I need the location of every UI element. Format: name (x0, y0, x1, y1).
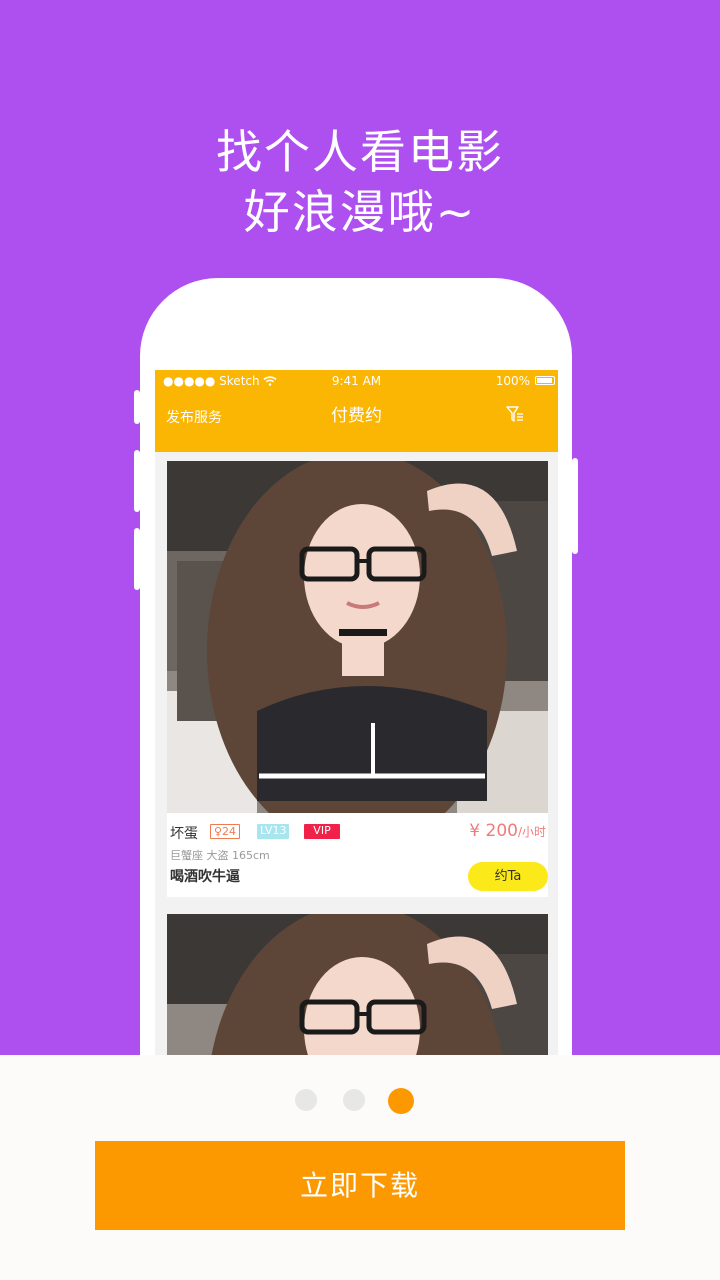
battery-icon (535, 376, 555, 385)
level-badge: LV13 (257, 824, 290, 839)
app-nav-bar: ●●●●● Sketch 9:41 AM 100% 发布服务 付费约 (155, 370, 558, 452)
age-badge: ♀24 (210, 824, 241, 839)
price-unit: /小时 (517, 825, 546, 839)
page-dot[interactable] (295, 1089, 317, 1111)
page-title: 付费约 (331, 406, 382, 426)
battery-percent: 100% (495, 374, 530, 388)
hero-background: 找个人看电影 好浪漫哦~ ●●●●● Sketch 9:41 AM 100% 发… (0, 0, 720, 1055)
status-bar: ●●●●● Sketch 9:41 AM 100% (155, 370, 558, 392)
page-indicator (0, 1088, 720, 1114)
price: ¥ 200/小时 (469, 821, 546, 841)
vip-badge: VIP (304, 824, 340, 839)
page-dot-active[interactable] (388, 1088, 414, 1114)
page-dot[interactable] (343, 1089, 365, 1111)
user-meta: 巨蟹座 大盗 165cm (170, 849, 270, 862)
user-bio: 喝酒吹牛逼 (170, 869, 240, 885)
profile-photo[interactable] (167, 461, 548, 813)
phone-screen: ●●●●● Sketch 9:41 AM 100% 发布服务 付费约 坏蛋 ♀2… (155, 370, 558, 1055)
service-card[interactable]: 坏蛋 ♀24 LV13 VIP 巨蟹座 大盗 165cm 喝酒吹牛逼 ¥ 200… (167, 461, 548, 897)
user-name: 坏蛋 (170, 826, 198, 842)
profile-photo[interactable] (167, 914, 548, 1055)
book-button[interactable]: 约Ta (468, 862, 548, 891)
phone-power-button (572, 458, 578, 554)
price-value: ¥ 200 (469, 821, 518, 841)
filter-icon[interactable] (505, 404, 525, 424)
headline-line-1: 找个人看电影 (216, 125, 504, 179)
headline-line-2: 好浪漫哦~ (243, 185, 477, 239)
headline: 找个人看电影 好浪漫哦~ (0, 122, 720, 242)
download-button[interactable]: 立即下载 (95, 1141, 625, 1230)
service-card[interactable] (167, 914, 548, 1055)
